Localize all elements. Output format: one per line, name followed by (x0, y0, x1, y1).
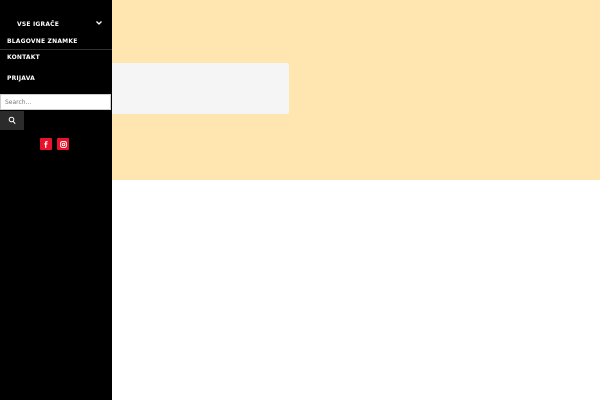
menu-item-blagovne-znamke[interactable]: BLAGOVNE ZNAMKE (0, 34, 112, 50)
search-input[interactable] (0, 94, 111, 110)
menu-item-label: KONTAKT (7, 54, 40, 61)
menu-item-vse-igrace[interactable]: VSE IGRAČE (0, 0, 112, 34)
instagram-icon (59, 140, 67, 148)
menu-item-kontakt[interactable]: KONTAKT (0, 51, 112, 65)
search-button[interactable] (0, 111, 24, 130)
hero-placeholder-box (112, 63, 289, 114)
facebook-button[interactable] (40, 138, 52, 150)
page: VSE IGRAČE BLAGOVNE ZNAMKE KONTAKT PRIJA… (0, 0, 600, 400)
chevron-down-icon[interactable] (95, 19, 103, 27)
instagram-button[interactable] (57, 138, 69, 150)
menu-item-label: BLAGOVNE ZNAMKE (7, 38, 78, 45)
search-icon (8, 116, 16, 125)
hero-banner (112, 0, 600, 180)
social-links (40, 138, 69, 150)
sidebar-menu: VSE IGRAČE BLAGOVNE ZNAMKE KONTAKT PRIJA… (0, 0, 112, 82)
menu-item-label: PRIJAVA (7, 75, 35, 82)
sidebar-nav: VSE IGRAČE BLAGOVNE ZNAMKE KONTAKT PRIJA… (0, 0, 112, 400)
menu-item-prijava[interactable]: PRIJAVA (0, 72, 112, 86)
menu-item-label: VSE IGRAČE (17, 21, 60, 28)
facebook-icon (44, 140, 48, 148)
